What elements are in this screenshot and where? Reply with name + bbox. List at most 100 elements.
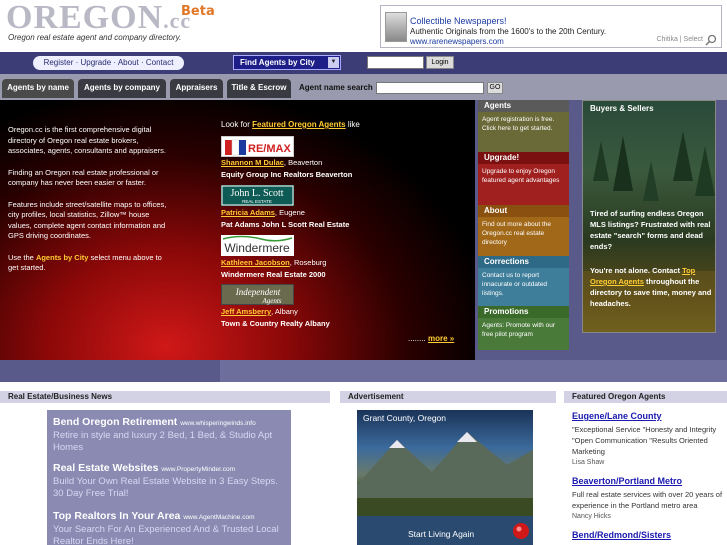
news-title-text[interactable]: Real Estate Websites — [53, 462, 158, 474]
news-item-desc: Build Your Own Real Estate Website in 3 … — [53, 476, 278, 499]
news-url[interactable]: www.AgentMachine.com — [183, 514, 254, 521]
more-link[interactable]: more » — [428, 334, 454, 343]
tab-title-escrow[interactable]: Title & Escrow — [227, 79, 291, 98]
featured-location-link[interactable]: Beaverton/Portland Metro — [572, 476, 682, 486]
featured-description: Full real estate services with over 20 y… — [572, 490, 723, 510]
agent-name-link[interactable]: Kathleen Jacobson — [221, 258, 290, 267]
windermere-wordmark: Windermere — [222, 235, 293, 255]
nav-separator: · — [138, 58, 146, 67]
page: OREGON.cc Beta Oregon real estate agent … — [0, 0, 727, 545]
menu-agents-body[interactable]: Agent registration is free. Click here t… — [478, 112, 569, 152]
login-button[interactable]: Login — [426, 56, 454, 69]
windermere-logo[interactable]: Windermere — [221, 235, 294, 256]
agent-company: Town & Country Realty Albany — [221, 319, 330, 328]
news-url[interactable]: www.PropertyMinder.com — [161, 466, 235, 473]
band-footer — [220, 360, 727, 382]
news-title-text[interactable]: Bend Oregon Retirement — [53, 416, 177, 428]
ad-title[interactable]: Collectible Newspapers! — [410, 16, 507, 26]
menu-upgrade-body[interactable]: Upgrade to enjoy Oregon featured agent a… — [478, 164, 569, 205]
tab-appraisers[interactable]: Appraisers — [170, 79, 223, 98]
agents-by-city-highlight: Agents by City — [35, 252, 89, 262]
menu-corrections-body[interactable]: Contact us to report innacurate or outda… — [478, 268, 569, 306]
remax-logo[interactable]: RE/MAX — [221, 136, 294, 157]
search-icon[interactable] — [705, 34, 717, 46]
red-arrow-icon[interactable] — [512, 522, 530, 540]
city-select-label: Find Agents by City — [240, 58, 315, 67]
news-item-desc: Retire in style and luxury 2 Bed, 1 Bed,… — [53, 430, 273, 453]
menu-corrections-head[interactable]: Corrections — [478, 256, 569, 268]
ad-tagline[interactable]: Start Living Again — [408, 529, 474, 539]
agent-city: , Eugene — [274, 208, 305, 217]
ad-caption: Grant County, Oregon — [363, 413, 446, 423]
menu-agents-head[interactable]: Agents — [478, 100, 569, 112]
chevron-down-icon[interactable]: ▼ — [328, 57, 339, 68]
ad-url[interactable]: www.rarenewspapers.com — [410, 37, 504, 46]
agent-name-link[interactable]: Jeff Amsberry — [221, 307, 271, 316]
top-ad-banner[interactable]: Collectible Newspapers! Authentic Origin… — [380, 5, 722, 48]
buyers-question: Tired of surfing endless Oregon MLS list… — [590, 209, 711, 251]
register-link[interactable]: Register — [44, 58, 74, 67]
news-item-title[interactable]: Real Estate Websites www.PropertyMinder.… — [53, 462, 235, 474]
news-url[interactable]: www.whisperingwinds.info — [180, 420, 256, 427]
agent-name-link[interactable]: Shannon M Dulac — [221, 158, 284, 167]
svg-text:RE/MAX: RE/MAX — [248, 143, 291, 155]
ad-description: Authentic Originals from the 1600's to t… — [410, 27, 607, 36]
news-item-title[interactable]: Top Realtors In Your Area www.AgentMachi… — [53, 510, 254, 522]
hero-intro: Oregon.cc is the first comprehensive dig… — [8, 125, 168, 285]
featured-intro-text: like — [345, 120, 360, 129]
chitika-label[interactable]: Chitika | Select — [656, 36, 703, 43]
intro-text: Use the — [8, 252, 36, 262]
featured-agent-name-line: Kathleen Jacobson, Roseburg — [221, 258, 326, 267]
logo-main: OREGON — [6, 0, 164, 36]
agent-company: Windermere Real Estate 2000 — [221, 270, 326, 279]
svg-text:Windermere: Windermere — [224, 241, 290, 255]
independent-agents-logo[interactable]: Independent Agents — [221, 284, 294, 305]
featured-location-link[interactable]: Bend/Redmond/Sisters — [572, 530, 671, 540]
menu-promotions-body[interactable]: Agents: Promote with our free pilot prog… — [478, 318, 569, 350]
menu-about-head[interactable]: About — [478, 205, 569, 217]
login-input[interactable] — [367, 56, 424, 69]
intro-paragraph: Oregon.cc is the first comprehensive dig… — [8, 125, 167, 155]
featured-agents-link[interactable]: Featured Oregon Agents — [252, 120, 346, 129]
about-link[interactable]: About — [118, 58, 139, 67]
featured-agent-name[interactable]: Lisa Shaw — [572, 459, 604, 466]
menu-promotions-head[interactable]: Promotions — [478, 306, 569, 318]
news-item-title[interactable]: Bend Oregon Retirement www.whisperingwin… — [53, 416, 256, 428]
menu-upgrade-head[interactable]: Upgrade! — [478, 152, 569, 164]
upgrade-link[interactable]: Upgrade — [80, 58, 111, 67]
featured-intro: Look for Featured Oregon Agents like — [221, 120, 360, 129]
agent-name-search-input[interactable] — [376, 82, 484, 94]
john-l-scott-logo[interactable]: John L. Scott REAL ESTATE — [221, 185, 294, 206]
beta-badge: Beta — [181, 4, 215, 19]
more-dots: ........ — [408, 334, 429, 343]
menu-about-body[interactable]: Find out more about the Oregon.cc real e… — [478, 217, 569, 256]
tagline: Oregon real estate agent and company dir… — [8, 33, 182, 42]
tab-agents-by-name[interactable]: Agents by name — [2, 79, 74, 98]
agent-name-link[interactable]: Patricia Adams — [221, 208, 275, 217]
contact-link[interactable]: Contact — [146, 58, 174, 67]
agent-search-label: Agent name search — [299, 83, 373, 92]
featured-location-link[interactable]: Eugene/Lane County — [572, 411, 662, 421]
john-l-scott-wordmark: John L. Scott REAL ESTATE — [221, 185, 294, 206]
tab-agents-by-company[interactable]: Agents by company — [78, 79, 166, 98]
intro-paragraph: Use the Agents by City select menu above… — [8, 253, 168, 274]
agents-by-city-select[interactable]: Find Agents by City ▼ — [233, 55, 341, 70]
news-ad-box: Bend Oregon Retirement www.whisperingwin… — [47, 410, 291, 545]
intro-paragraph: Features include street/satellite maps t… — [8, 199, 167, 241]
intro-paragraph: Finding an Oregon real estate profession… — [8, 167, 159, 188]
featured-intro-text: Look for — [221, 120, 253, 129]
info-menu: Agents Agent registration is free. Click… — [478, 100, 569, 350]
agent-company: Pat Adams John L Scott Real Estate — [221, 220, 350, 229]
agent-company: Equity Group Inc Realtors Beaverton — [221, 170, 353, 179]
account-links: Register · Upgrade · About · Contact — [33, 56, 184, 70]
hero-panel: Oregon.cc is the first comprehensive dig… — [0, 100, 475, 360]
featured-agent-name[interactable]: Nancy Hicks — [572, 513, 611, 520]
go-button[interactable]: GO — [487, 82, 503, 94]
site-logo[interactable]: OREGON.cc — [6, 0, 191, 37]
mountain-lake-photo — [357, 432, 533, 545]
news-title-text[interactable]: Top Realtors In Your Area — [53, 510, 180, 522]
featured-agent-name-line: Jeff Amsberry, Albany — [221, 307, 298, 316]
newspaper-thumbnail[interactable] — [385, 12, 407, 42]
grant-county-ad[interactable]: Grant County, Oregon Start Living Again — [357, 410, 533, 545]
agent-city: , Albany — [271, 307, 298, 316]
